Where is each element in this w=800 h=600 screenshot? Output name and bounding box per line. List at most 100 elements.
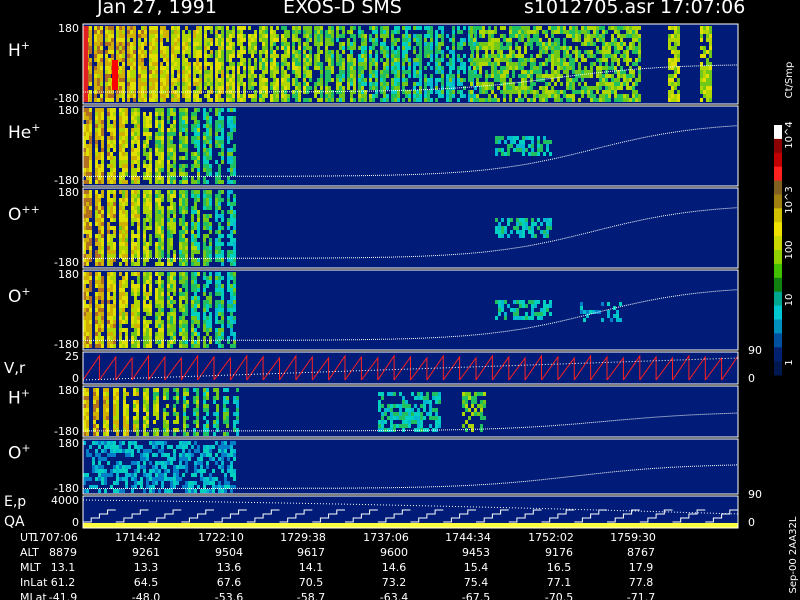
heatmap-cell [107,108,110,112]
heatmap-cell [557,30,560,34]
heatmap-cell [143,300,146,304]
heatmap-cell [158,328,161,332]
heatmap-cell [539,54,542,58]
heatmap-cell [457,74,460,78]
heatmap-cell [146,292,149,296]
heatmap-cell [116,46,119,50]
heatmap-cell [158,202,161,206]
heatmap-cell [320,82,323,86]
heatmap-cell [528,152,531,156]
heatmap-cell [485,90,488,94]
heatmap-cell [215,238,218,242]
heatmap-cell [170,320,173,324]
heatmap-cell [123,432,126,436]
heatmap-cell [273,78,276,82]
heatmap-cell [221,250,224,254]
heatmap-cell [113,324,116,328]
heatmap-cell [372,46,375,50]
heatmap-cell [221,54,224,58]
heatmap-cell [119,316,122,320]
heatmap-cell [138,58,141,62]
heatmap-cell [163,396,166,400]
heatmap-cell [243,58,246,62]
heatmap-cell [155,254,158,258]
heatmap-cell [295,34,298,38]
heatmap-cell [548,54,551,58]
heatmap-cell [155,38,158,42]
heatmap-cell [519,316,522,320]
heatmap-cell [364,94,367,98]
heatmap-cell [161,324,164,328]
heatmap-cell [137,226,140,230]
heatmap-cell [191,230,194,234]
heatmap-cell [306,30,309,34]
heatmap-cell [350,78,353,82]
heatmap-cell [191,288,194,292]
heatmap-cell [197,214,200,218]
heatmap-cell [339,74,342,78]
heatmap-cell [626,50,629,54]
heatmap-cell [430,82,433,86]
heatmap-cell [284,62,287,66]
heatmap-cell [501,148,504,152]
heatmap-cell [149,288,152,292]
heatmap-cell [86,424,89,428]
heatmap-cell [122,74,125,78]
heatmap-cell [309,86,312,90]
heatmap-cell [107,144,110,148]
heatmap-cell [122,214,125,218]
heatmap-cell [131,168,134,172]
heatmap-cell [501,300,504,304]
heatmap-cell [491,90,494,94]
heatmap-cell [191,300,194,304]
heatmap-cell [119,312,122,316]
heatmap-cell [185,324,188,328]
heatmap-cell [298,26,301,30]
heatmap-cell [602,78,605,82]
heatmap-cell [101,206,104,210]
heatmap-cell [287,30,290,34]
heatmap-cell [130,46,133,50]
heatmap-cell [158,206,161,210]
heatmap-cell [163,424,166,428]
heatmap-cell [328,50,331,54]
heatmap-cell [635,94,638,98]
heatmap-cell [138,66,141,70]
heatmap-cell [86,180,89,184]
heatmap-cell [515,98,518,102]
heatmap-cell [674,94,677,98]
heatmap-cell [97,78,100,82]
heatmap-cell [110,226,113,230]
heatmap-cell [509,86,512,90]
heatmap-cell [207,70,210,74]
heatmap-cell [136,416,139,420]
heatmap-cell [203,344,206,348]
heatmap-cell [182,292,185,296]
heatmap-cell [95,214,98,218]
heatmap-cell [560,82,563,86]
heatmap-cell [111,30,114,34]
heatmap-cell [218,250,221,254]
heatmap-cell [127,78,130,82]
heatmap-cell [449,38,452,42]
heatmap-cell [197,324,200,328]
heatmap-cell [452,82,455,86]
heatmap-cell [171,50,174,54]
heatmap-cell [100,82,103,86]
heatmap-cell [540,316,543,320]
heatmap-cell [446,98,449,102]
heatmap-cell [614,50,617,54]
heatmap-cell [179,328,182,332]
heatmap-cell [221,50,224,54]
heatmap-cell [605,50,608,54]
heatmap-cell [122,26,125,30]
heatmap-cell [218,238,221,242]
heatmap-cell [485,54,488,58]
heatmap-cell [155,214,158,218]
heatmap-cell [193,396,196,400]
heatmap-cell [617,46,620,50]
heatmap-cell [233,246,236,250]
heatmap-cell [287,34,290,38]
heatmap-cell [240,74,243,78]
heatmap-cell [95,116,98,120]
